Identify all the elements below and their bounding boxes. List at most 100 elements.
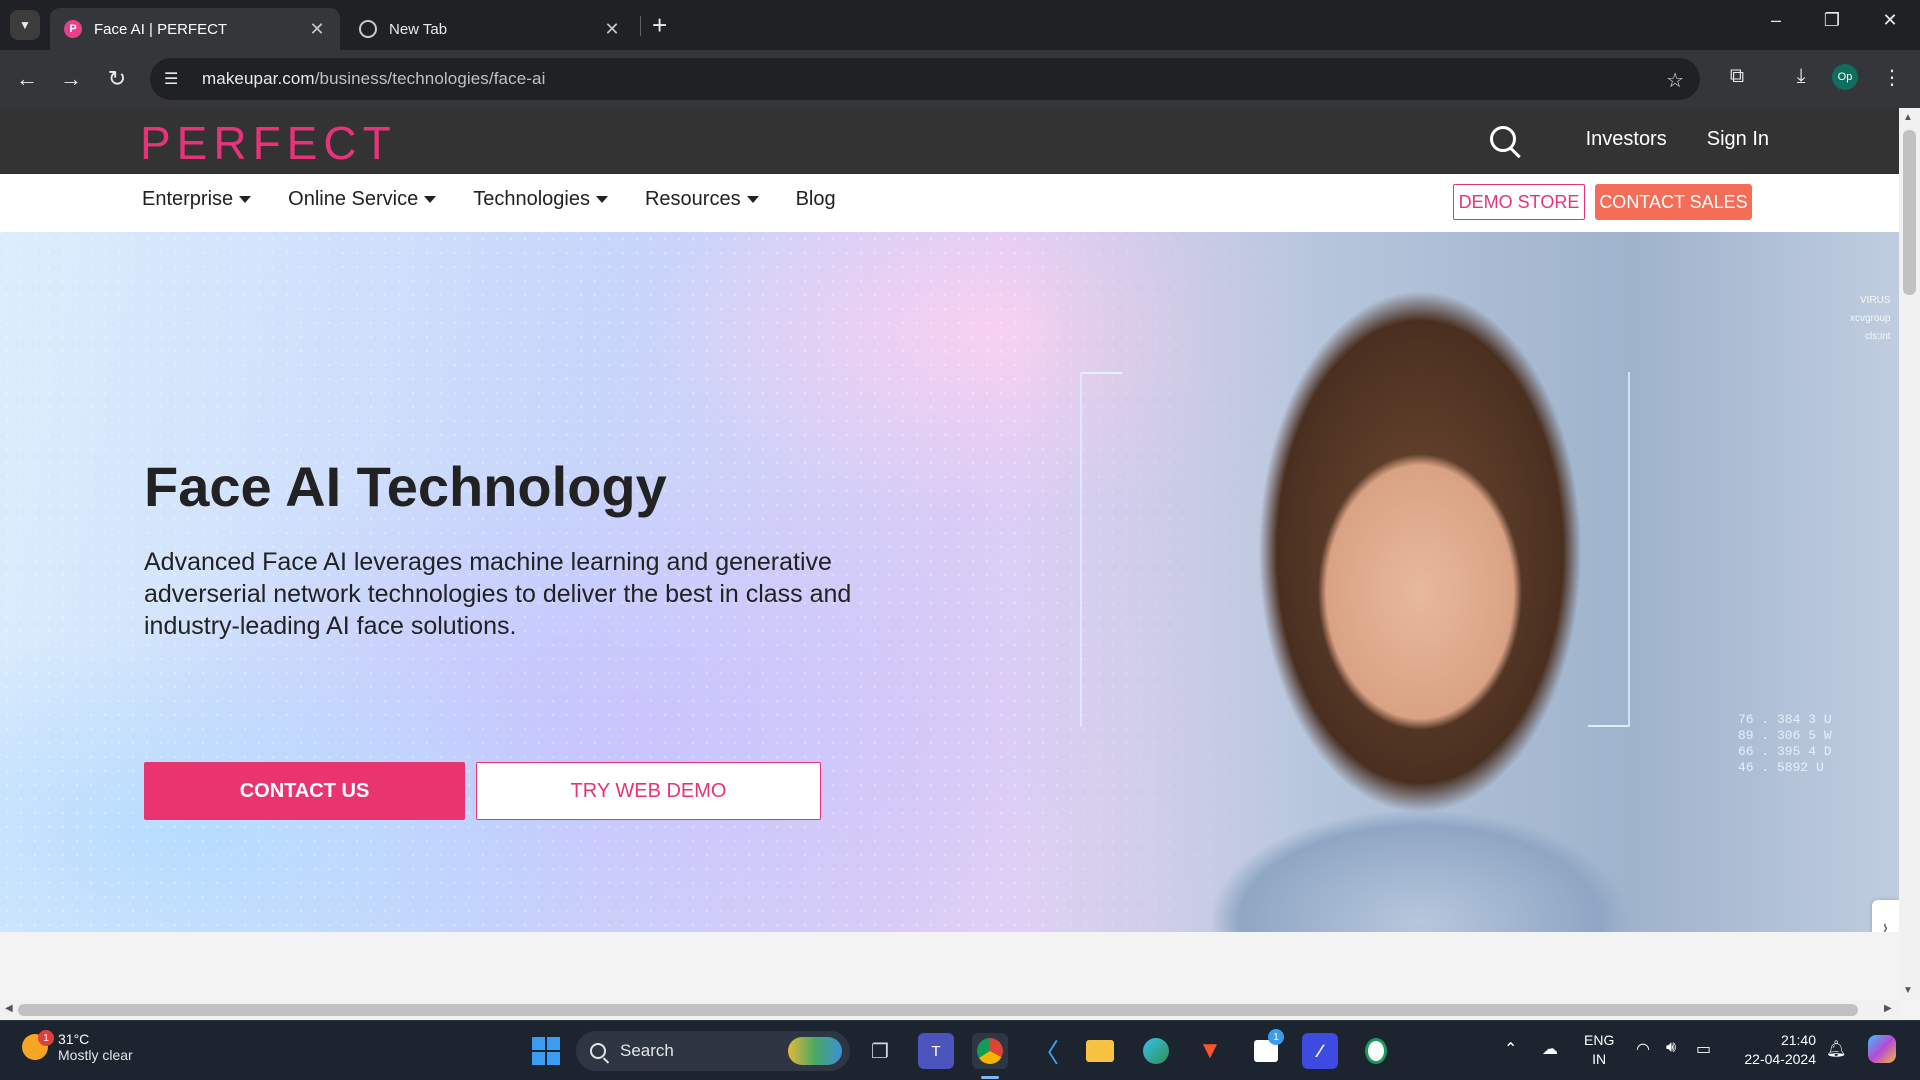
nav-enterprise[interactable]: Enterprise	[142, 188, 252, 211]
tab-new-tab[interactable]: New Tab ✕	[345, 8, 635, 50]
readout-line: 76 . 384 3 U	[1738, 712, 1832, 727]
investors-link[interactable]: Investors	[1586, 128, 1667, 151]
extensions-icon[interactable]: ⧉	[1722, 65, 1752, 88]
weather-widget[interactable]: 1 31°C Mostly clear	[22, 1030, 133, 1063]
address-bar[interactable]: ☰ makeupar.com/business/technologies/fac…	[150, 58, 1700, 100]
search-icon[interactable]	[1489, 126, 1516, 152]
wifi-icon[interactable]: ◠	[1636, 1039, 1650, 1059]
nav-label: Blog	[795, 188, 836, 210]
chevron-up-icon[interactable]: ⌃	[1504, 1039, 1517, 1059]
region-code: IN	[1592, 1051, 1607, 1067]
side-widget-tab[interactable]: ⌇	[1872, 900, 1899, 932]
brand-logo[interactable]: PERFECT	[140, 116, 397, 170]
vertical-scrollbar[interactable]: ▲ ▼	[1899, 108, 1920, 1000]
notification-badge: 1	[1268, 1029, 1284, 1045]
task-view-icon[interactable]: ❐	[862, 1033, 898, 1069]
scroll-left-icon[interactable]: ◀	[5, 1003, 13, 1014]
app-icon[interactable]	[1358, 1033, 1394, 1069]
nav-online-service[interactable]: Online Service	[288, 188, 437, 211]
forward-icon[interactable]: →	[56, 64, 86, 94]
weather-condition: Mostly clear	[58, 1047, 133, 1063]
nav-resources[interactable]: Resources	[645, 188, 759, 211]
new-tab-button[interactable]: +	[652, 12, 667, 38]
restore-icon[interactable]: ❐	[1812, 10, 1852, 31]
readout-line: 89 . 306 5 W	[1738, 728, 1832, 743]
more-menu-icon[interactable]: ⋮	[1877, 65, 1907, 90]
nav-blog[interactable]: Blog	[796, 188, 836, 211]
scroll-down-icon[interactable]: ▼	[1903, 985, 1913, 996]
try-web-demo-button[interactable]: TRY WEB DEMO	[476, 762, 821, 820]
chrome-icon[interactable]	[972, 1033, 1008, 1069]
tab-separator	[640, 16, 641, 36]
taskbar-search[interactable]: Search	[576, 1031, 850, 1071]
search-icon	[590, 1043, 606, 1059]
overlay-text: VIRUS	[1860, 295, 1891, 306]
search-highlight-icon	[788, 1037, 842, 1065]
volume-icon[interactable]: 🔊︎	[1666, 1039, 1676, 1057]
hero-title: Face AI Technology	[144, 455, 667, 518]
tab-title: New Tab	[389, 20, 448, 38]
scroll-right-icon[interactable]: ▶	[1884, 1003, 1892, 1014]
bookmark-star-icon[interactable]: ☆	[1666, 68, 1684, 93]
scrollbar-thumb[interactable]	[18, 1004, 1858, 1016]
browser-tab-strip: ▼ P Face AI | PERFECT ✕ New Tab ✕ + – ❐ …	[0, 0, 1920, 50]
battery-icon[interactable]: ▭	[1696, 1039, 1711, 1059]
start-button[interactable]	[528, 1033, 564, 1069]
nav-technologies[interactable]: Technologies	[473, 188, 608, 211]
page-viewport: PERFECT Investors Sign In Enterprise Onl…	[0, 108, 1899, 1000]
close-icon[interactable]: ✕	[603, 19, 621, 40]
onedrive-cloud-icon[interactable]: ☁	[1542, 1039, 1558, 1059]
face-scan-frame	[1080, 372, 1630, 727]
readout-line: 66 . 395 4 D	[1738, 744, 1832, 759]
horizontal-scrollbar[interactable]: ◀ ▶	[0, 1000, 1899, 1020]
tab-face-ai[interactable]: P Face AI | PERFECT ✕	[50, 8, 340, 50]
clock[interactable]: 21:40 22-04-2024	[1736, 1031, 1816, 1069]
nav-label: Technologies	[473, 188, 590, 210]
url-text: makeupar.com/business/technologies/face-…	[202, 69, 545, 89]
browser-toolbar: ← → ↻ ☰ makeupar.com/business/technologi…	[0, 50, 1920, 108]
contact-sales-button[interactable]: CONTACT SALES	[1595, 184, 1752, 220]
file-explorer-icon[interactable]	[1082, 1033, 1118, 1069]
notification-bell-icon[interactable]: 🔔︎	[1826, 1039, 1846, 1059]
readout-line: 46 . 5892 U	[1738, 760, 1824, 775]
widget-icon: ⌇	[1881, 923, 1890, 932]
weather-icon: 1	[22, 1030, 54, 1060]
demo-store-button[interactable]: DEMO STORE	[1453, 184, 1585, 220]
active-app-indicator	[981, 1076, 999, 1079]
time: 21:40	[1780, 1032, 1816, 1048]
language-code: ENG	[1584, 1032, 1615, 1048]
window-close-icon[interactable]: ✕	[1870, 10, 1910, 31]
tab-search-button[interactable]: ▼	[10, 10, 40, 40]
scrollbar-thumb[interactable]	[1903, 130, 1916, 295]
contact-us-button[interactable]: CONTACT US	[144, 762, 465, 820]
hero-data-overlay-top: VIRUS xcvgroup cls;int	[1850, 292, 1891, 346]
copilot-icon[interactable]	[1868, 1035, 1896, 1066]
back-icon[interactable]: ←	[12, 64, 42, 94]
weather-temperature: 31°C	[58, 1031, 90, 1047]
store-icon[interactable]: 1	[1248, 1029, 1284, 1069]
minimize-icon[interactable]: –	[1756, 10, 1796, 31]
close-icon[interactable]: ✕	[308, 19, 326, 40]
download-icon[interactable]: ⤓	[1786, 65, 1816, 88]
perfect-favicon-icon: P	[64, 20, 82, 38]
reload-icon[interactable]: ↻	[102, 64, 132, 94]
site-info-icon[interactable]: ☰	[164, 69, 188, 89]
notification-badge: 1	[38, 1030, 54, 1046]
vscode-icon[interactable]: 〈	[1028, 1033, 1064, 1069]
profile-avatar[interactable]: Op	[1832, 64, 1858, 90]
language-indicator[interactable]: ENG IN	[1584, 1031, 1614, 1069]
brave-icon[interactable]: ▼	[1192, 1033, 1228, 1069]
url-path: /business/technologies/face-ai	[314, 69, 546, 88]
overlay-text: cls;int	[1865, 331, 1891, 342]
chevron-down-icon: ▼	[19, 18, 31, 32]
app-icon[interactable]: ∕	[1302, 1033, 1338, 1069]
hero-section: VIRUS xcvgroup cls;int 76 . 384 3 U 89 .…	[0, 232, 1899, 932]
top-links: Investors Sign In	[1489, 126, 1769, 152]
windows-logo-icon	[532, 1037, 560, 1065]
sign-in-link[interactable]: Sign In	[1707, 128, 1769, 151]
edge-icon[interactable]	[1138, 1033, 1174, 1069]
teams-icon[interactable]: T	[918, 1033, 954, 1069]
scroll-up-icon[interactable]: ▲	[1903, 112, 1913, 123]
caret-down-icon	[239, 196, 252, 203]
caret-down-icon	[424, 196, 437, 203]
